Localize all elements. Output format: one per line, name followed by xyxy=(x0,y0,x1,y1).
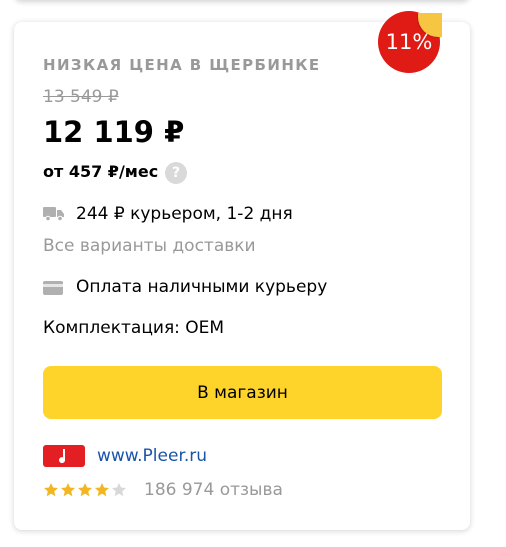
delivery-info: 244 ₽ курьером, 1-2 дня xyxy=(76,204,293,224)
promo-label: НИЗКАЯ ЦЕНА В ЩЕРБИНКЕ xyxy=(43,56,321,74)
credit-card-icon xyxy=(43,281,63,295)
star-icon xyxy=(44,483,58,497)
star-icon xyxy=(112,483,126,497)
price: 12 119 ₽ xyxy=(43,115,185,149)
reviews-count[interactable]: 186 974 отзыва xyxy=(144,480,283,500)
old-price: 13 549 ₽ xyxy=(43,87,119,107)
shop-logo-icon xyxy=(43,445,85,467)
star-icon xyxy=(78,483,92,497)
star-icon xyxy=(61,483,75,497)
delivery-options-link[interactable]: Все варианты доставки xyxy=(43,236,256,256)
go-to-shop-button[interactable]: В магазин xyxy=(43,366,442,419)
star-icon xyxy=(95,483,109,497)
kit-info: Комплектация: OEM xyxy=(43,318,225,338)
rating-stars xyxy=(43,482,127,498)
credit-price: от 457 ₽/мес xyxy=(43,162,159,181)
payment-info: Оплата наличными курьеру xyxy=(76,277,328,297)
truck-icon xyxy=(43,207,64,221)
question-icon[interactable]: ? xyxy=(165,162,187,184)
shop-link[interactable]: www.Pleer.ru xyxy=(97,446,207,466)
